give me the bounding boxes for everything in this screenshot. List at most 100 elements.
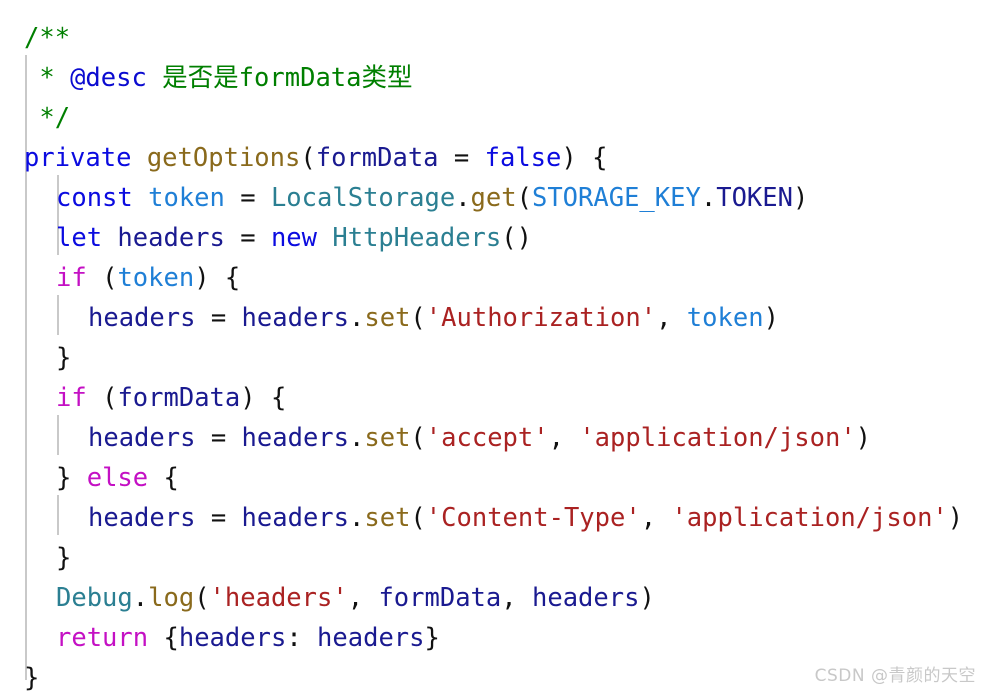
code-token-punct	[317, 223, 332, 253]
code-token-var: formData	[378, 583, 502, 613]
code-token-op: =	[195, 503, 242, 533]
code-token-control: else	[86, 463, 149, 493]
code-line: if (formData) {	[0, 378, 992, 418]
code-token-keyword: new	[270, 223, 318, 253]
code-token-punct	[131, 143, 146, 173]
code-token-comment: /**	[24, 23, 71, 53]
code-line: * @desc 是否是formData类型	[0, 58, 992, 98]
code-token-keyword: const	[56, 183, 133, 213]
code-editor-surface[interactable]: /** * @desc 是否是formData类型 */ private getO…	[0, 0, 992, 696]
code-token-op: =	[224, 183, 271, 213]
code-token-ident: token	[148, 183, 225, 213]
code-token-func: set	[364, 503, 411, 533]
code-token-punct: (	[194, 583, 210, 613]
code-token-op: =	[195, 423, 242, 453]
code-line: if (token) {	[0, 258, 992, 298]
code-token-punct: :	[286, 623, 318, 653]
code-line: }	[0, 338, 992, 378]
code-token-var: headers	[117, 223, 225, 253]
code-token-punct	[133, 183, 148, 213]
code-token-punct: ) {	[240, 383, 287, 413]
code-token-comment: *	[24, 63, 71, 93]
code-token-var: TOKEN	[716, 183, 793, 213]
code-token-string: 'Authorization'	[425, 303, 657, 333]
code-token-control: return	[56, 623, 149, 653]
code-token-punct: .	[349, 303, 365, 333]
code-lines: /** * @desc 是否是formData类型 */ private getO…	[0, 18, 992, 696]
code-token-string: 'accept'	[425, 423, 549, 453]
csdn-watermark: CSDN @青颜的天空	[814, 666, 976, 686]
code-token-punct: (	[516, 183, 532, 213]
code-token-var: formData	[117, 383, 241, 413]
code-token-comment: */	[24, 103, 71, 133]
code-token-punct: }	[56, 343, 72, 373]
code-token-type: HttpHeaders	[332, 223, 502, 253]
code-token-punct: )	[855, 423, 872, 453]
code-token-var: headers	[241, 423, 349, 453]
code-line: headers = headers.set('Authorization', t…	[0, 298, 992, 338]
code-line: */	[0, 98, 992, 138]
code-token-control: if	[56, 263, 87, 293]
code-token-punct: {	[148, 463, 179, 493]
code-token-func: log	[148, 583, 195, 613]
code-token-var: formData	[315, 143, 439, 173]
code-token-string: 'Content-Type'	[425, 503, 641, 533]
code-line: const token = LocalStorage.get(STORAGE_K…	[0, 178, 992, 218]
code-token-punct: (	[410, 423, 426, 453]
code-token-punct: (	[410, 503, 426, 533]
code-token-punct: ,	[548, 423, 580, 453]
code-token-string: 'application/json'	[579, 423, 856, 453]
code-token-var: headers	[178, 623, 287, 653]
code-token-punct: }	[56, 463, 87, 493]
code-token-punct: ,	[501, 583, 532, 613]
code-snippet-screenshot: /** * @desc 是否是formData类型 */ private getO…	[0, 0, 992, 696]
code-token-doctag: @desc	[70, 63, 147, 93]
code-token-punct: .	[132, 583, 149, 613]
code-token-func: get	[470, 183, 517, 213]
code-token-punct: {	[148, 623, 179, 653]
code-token-punct: ,	[347, 583, 379, 613]
code-token-string: 'headers'	[209, 583, 348, 613]
code-token-punct: (	[86, 263, 118, 293]
code-token-var: headers	[241, 303, 349, 333]
code-token-comment: 是否是formData类型	[146, 63, 413, 93]
code-token-punct: ()	[501, 223, 532, 253]
code-token-punct: }	[424, 623, 440, 653]
code-line: headers = headers.set('accept', 'applica…	[0, 418, 992, 458]
code-token-type: Debug	[56, 583, 133, 613]
code-token-punct: )	[763, 303, 779, 333]
code-token-func: set	[364, 303, 411, 333]
code-token-op: =	[195, 303, 242, 333]
code-line: Debug.log('headers', formData, headers)	[0, 578, 992, 618]
code-token-var: headers	[241, 503, 349, 533]
code-token-ident: token	[686, 303, 764, 333]
code-token-punct	[102, 223, 117, 253]
code-token-punct: (	[410, 303, 426, 333]
code-token-type: LocalStorage	[270, 183, 456, 213]
code-token-func: getOptions	[146, 143, 301, 173]
code-line: private getOptions(formData = false) {	[0, 138, 992, 178]
code-token-punct: }	[24, 663, 40, 693]
code-line: /**	[0, 18, 992, 58]
code-token-punct: }	[56, 543, 72, 573]
code-token-var: headers	[317, 623, 425, 653]
code-token-string: 'application/json'	[671, 503, 948, 533]
code-line: headers = headers.set('Content-Type', 'a…	[0, 498, 992, 538]
code-token-punct: (	[300, 143, 316, 173]
code-token-keyword: false	[484, 143, 562, 173]
code-token-func: set	[364, 423, 411, 453]
code-token-op: =	[224, 223, 271, 253]
code-token-punct: ,	[640, 503, 672, 533]
code-token-punct: .	[700, 183, 717, 213]
code-line: } else {	[0, 458, 992, 498]
code-token-punct: )	[792, 183, 809, 213]
code-line: }	[0, 538, 992, 578]
code-token-punct: )	[947, 503, 964, 533]
code-token-var: headers	[531, 583, 640, 613]
code-token-op: =	[438, 143, 485, 173]
code-token-var: headers	[88, 423, 196, 453]
code-line: let headers = new HttpHeaders()	[0, 218, 992, 258]
code-token-ident: token	[117, 263, 195, 293]
code-token-var: headers	[88, 503, 196, 533]
code-token-punct: .	[455, 183, 471, 213]
